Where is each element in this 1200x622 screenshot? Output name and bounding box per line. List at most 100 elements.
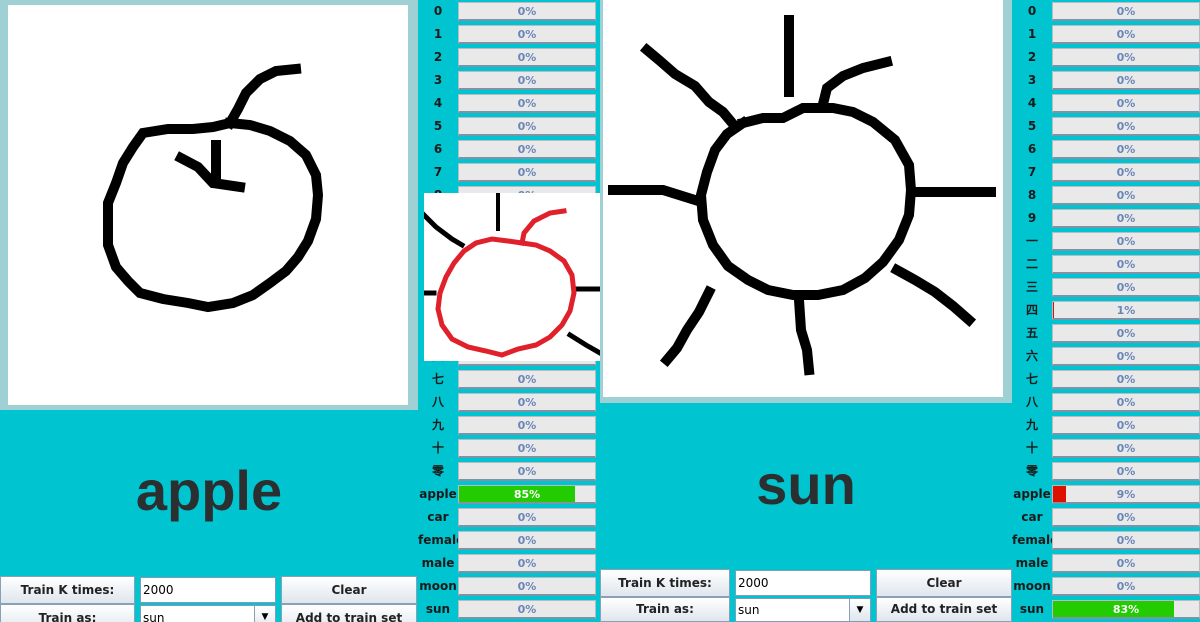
score-label: 0: [1027, 4, 1037, 18]
score-progress-bar: 0%: [1052, 25, 1200, 44]
score-row: sun 83%: [1012, 598, 1200, 621]
score-row: 五 0%: [1012, 322, 1200, 345]
score-progress-bar: 0%: [1052, 416, 1200, 435]
score-percent: 0%: [1116, 511, 1136, 524]
right-train-as-button[interactable]: Train as:: [600, 597, 730, 622]
score-percent: 0%: [1116, 28, 1136, 41]
score-progress-bar: 0%: [1052, 140, 1200, 159]
score-progress-bar: 1%: [1052, 301, 1200, 320]
score-progress-bar: 0%: [1052, 163, 1200, 182]
right-app-panel: sun Train K times: 2000 Clear Train as: …: [600, 0, 1200, 622]
left-train-as-value: sun: [143, 611, 165, 622]
score-label: apple: [419, 487, 457, 501]
right-train-as-select[interactable]: sun ▼: [735, 598, 871, 622]
score-row: 2 0%: [418, 46, 596, 69]
score-percent: 0%: [517, 51, 537, 64]
score-progress-bar: 0%: [458, 48, 596, 67]
score-percent: 0%: [1116, 189, 1136, 202]
score-progress-bar: 0%: [1052, 94, 1200, 113]
score-percent: 0%: [1116, 350, 1136, 363]
score-progress-bar: 0%: [458, 416, 596, 435]
score-row: 十 0%: [418, 437, 596, 460]
score-progress-bar: 0%: [458, 140, 596, 159]
score-progress-bar: 0%: [458, 577, 596, 596]
score-row: 4 0%: [1012, 92, 1200, 115]
score-label: 4: [1027, 96, 1037, 110]
score-progress-bar: 0%: [458, 2, 596, 21]
score-row: car 0%: [1012, 506, 1200, 529]
score-percent: 0%: [1116, 465, 1136, 478]
score-row: 四 1%: [1012, 299, 1200, 322]
score-label: 3: [433, 73, 443, 87]
score-percent: 0%: [1116, 143, 1136, 156]
score-row: 4 0%: [418, 92, 596, 115]
right-drawing-canvas[interactable]: [603, 0, 1003, 397]
score-label: apple: [1013, 487, 1051, 501]
score-progress-bar: 0%: [458, 163, 596, 182]
left-train-as-select[interactable]: sun ▼: [140, 605, 276, 622]
sun-sketch: [608, 15, 996, 376]
right-prediction-label: sun: [756, 453, 856, 516]
score-percent: 0%: [517, 97, 537, 110]
score-label: 二: [1025, 257, 1038, 271]
score-percent: 0%: [517, 580, 537, 593]
score-progress-bar: 0%: [458, 393, 596, 412]
score-row: 九 0%: [418, 414, 596, 437]
score-row: 八 0%: [1012, 391, 1200, 414]
score-progress-bar: 0%: [1052, 209, 1200, 228]
score-row: 0 0%: [1012, 0, 1200, 23]
score-row: apple 85%: [418, 483, 596, 506]
score-label: 三: [1025, 280, 1038, 294]
score-progress-bar: 0%: [1052, 48, 1200, 67]
score-progress-bar: 0%: [1052, 554, 1200, 573]
left-train-k-button[interactable]: Train K times:: [0, 576, 135, 604]
score-percent: 0%: [1116, 97, 1136, 110]
score-progress-bar: 0%: [1052, 324, 1200, 343]
score-row: 8 0%: [1012, 184, 1200, 207]
left-drawing-canvas[interactable]: [8, 5, 408, 405]
score-row: moon 0%: [1012, 575, 1200, 598]
score-percent: 0%: [517, 419, 537, 432]
score-label: 十: [431, 441, 444, 455]
score-percent: 0%: [517, 603, 537, 616]
right-add-train-set-button[interactable]: Add to train set: [876, 597, 1012, 622]
score-percent: 0%: [1116, 442, 1136, 455]
score-progress-bar: 0%: [458, 439, 596, 458]
score-progress-bar: 0%: [1052, 117, 1200, 136]
score-percent: 0%: [1116, 74, 1136, 87]
score-progress-bar: 0%: [1052, 255, 1200, 274]
chevron-down-icon[interactable]: ▼: [849, 599, 870, 621]
score-progress-bar: 0%: [458, 370, 596, 389]
score-label: 八: [1025, 395, 1038, 409]
score-row: sun 0%: [418, 598, 596, 621]
score-label: 八: [431, 395, 444, 409]
score-row: 一 0%: [1012, 230, 1200, 253]
left-train-as-button[interactable]: Train as:: [0, 604, 135, 622]
right-clear-button[interactable]: Clear: [876, 569, 1012, 597]
score-label: 零: [1025, 464, 1038, 478]
score-label: sun: [425, 602, 451, 616]
score-percent: 0%: [517, 557, 537, 570]
score-label: 6: [433, 142, 443, 156]
score-row: 二 0%: [1012, 253, 1200, 276]
left-add-train-set-button[interactable]: Add to train set: [281, 604, 417, 622]
score-label: 7: [1027, 165, 1037, 179]
right-train-k-field[interactable]: 2000: [735, 570, 871, 596]
overlay-drawing-window: [424, 193, 600, 361]
right-train-k-button[interactable]: Train K times:: [600, 569, 730, 597]
score-progress-bar: 0%: [1052, 71, 1200, 90]
score-progress-bar: 0%: [458, 94, 596, 113]
score-progress-bar: 0%: [1052, 186, 1200, 205]
score-progress-bar: 0%: [458, 25, 596, 44]
score-row: female 0%: [418, 529, 596, 552]
score-row: 0 0%: [418, 0, 596, 23]
score-row: car 0%: [418, 506, 596, 529]
chevron-down-icon[interactable]: ▼: [254, 606, 275, 622]
left-train-k-field[interactable]: 2000: [140, 577, 276, 603]
score-progress-bar: 0%: [458, 600, 596, 619]
score-percent: 0%: [1116, 534, 1136, 547]
score-row: male 0%: [418, 552, 596, 575]
score-row: 2 0%: [1012, 46, 1200, 69]
score-row: 六 0%: [1012, 345, 1200, 368]
left-clear-button[interactable]: Clear: [281, 576, 417, 604]
